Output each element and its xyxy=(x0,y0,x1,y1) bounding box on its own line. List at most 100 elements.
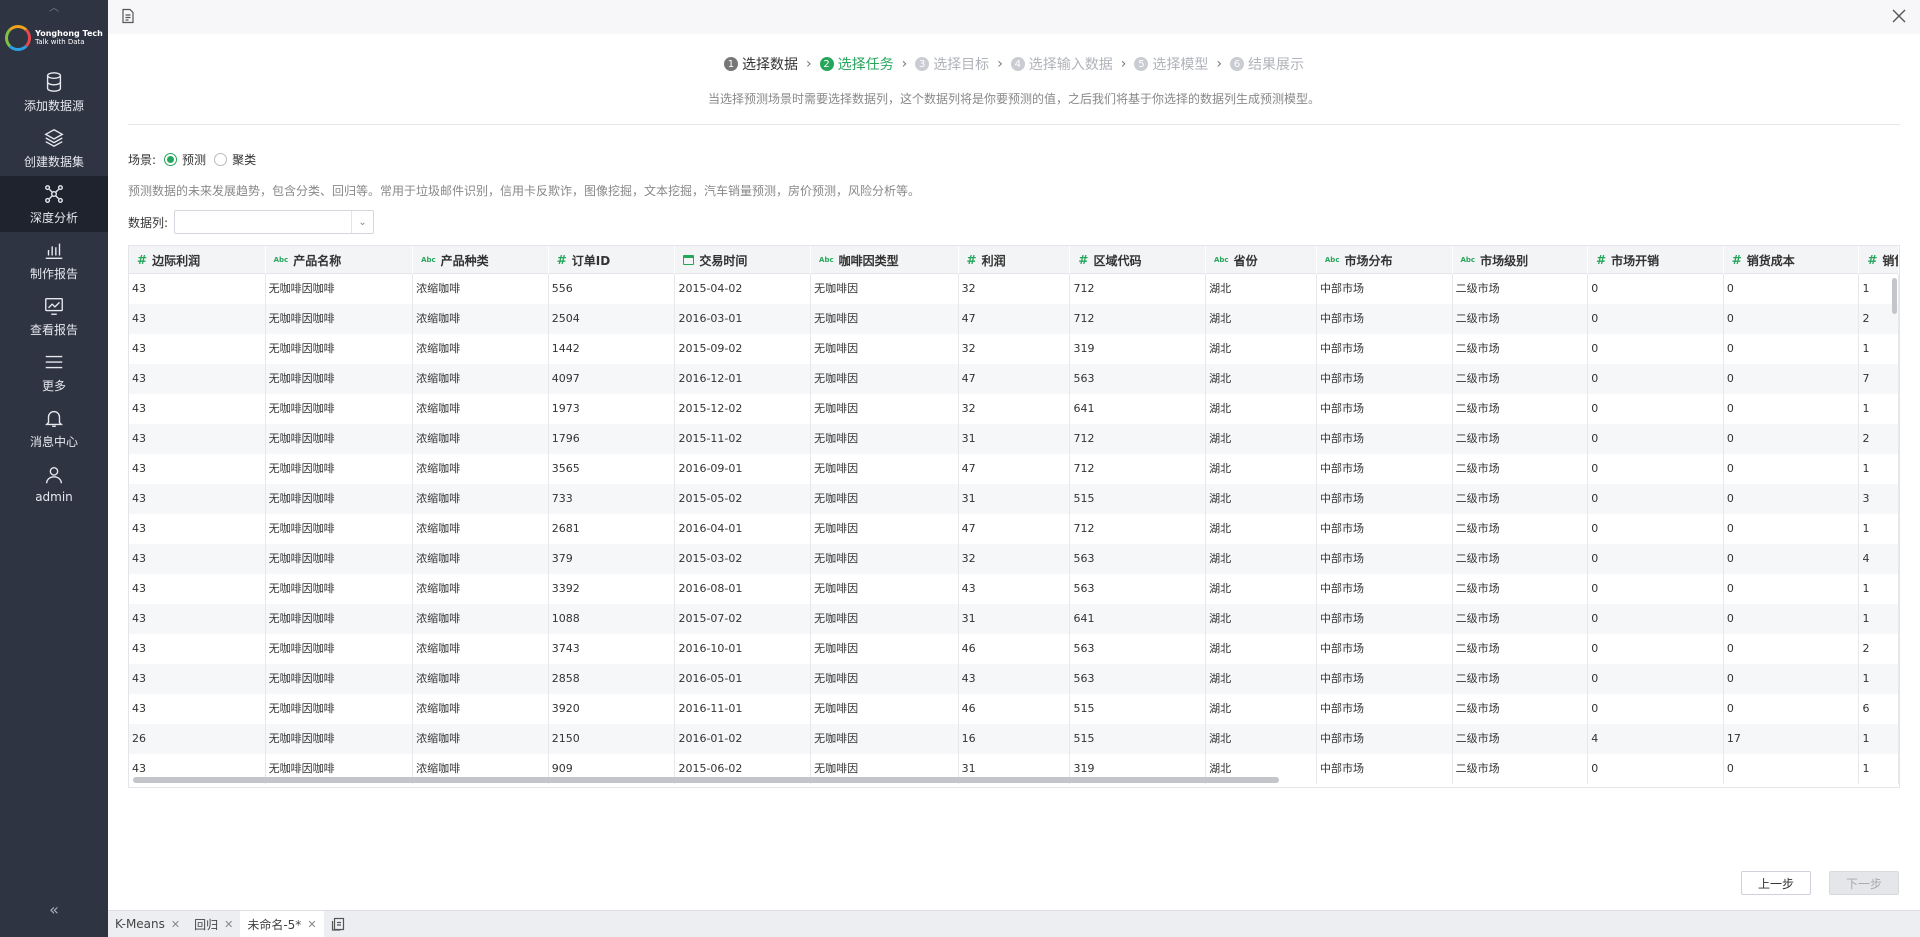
table-cell: 43 xyxy=(959,664,1071,694)
column-header[interactable]: # 销售 xyxy=(1859,246,1899,274)
next-step-button[interactable]: 下一步 xyxy=(1829,871,1899,895)
column-header[interactable]: # 边际利润 xyxy=(129,246,266,274)
column-header[interactable]: # 区域代码 xyxy=(1070,246,1206,274)
sidebar-item-add-datasource[interactable]: 添加数据源 xyxy=(0,64,108,120)
table-cell: 0 xyxy=(1724,304,1860,334)
table-cell: 43 xyxy=(129,364,266,394)
table-cell: 0 xyxy=(1588,544,1724,574)
table-cell: 3565 xyxy=(549,454,676,484)
column-header[interactable]: # 销货成本 xyxy=(1724,246,1860,274)
column-header[interactable]: Abc 产品名称 xyxy=(266,246,414,274)
sidebar-item-make-report[interactable]: 制作报告 xyxy=(0,232,108,288)
table-cell: 中部市场 xyxy=(1317,514,1453,544)
table-cell: 2016-03-01 xyxy=(675,304,812,334)
number-type-icon: # xyxy=(1731,253,1742,267)
table-cell: 无咖啡因 xyxy=(811,634,959,664)
table-cell: 湖北 xyxy=(1206,364,1317,394)
sidebar-item-deep-analysis[interactable]: 深度分析 xyxy=(0,176,108,232)
sidebar-item-messages[interactable]: 消息中心 xyxy=(0,400,108,456)
step-select-task[interactable]: 2 选择任务 xyxy=(819,54,894,74)
table-cell: 379 xyxy=(549,544,676,574)
table-cell: 浓缩咖啡 xyxy=(413,364,549,394)
tab-untitled-5[interactable]: 未命名-5* ✕ xyxy=(240,911,324,937)
table-cell: 浓缩咖啡 xyxy=(413,394,549,424)
data-table: # 边际利润 Abc 产品名称 Abc 产品种类 # 订单ID 交易时间 Abc 咖啡因类型 # 利润 #… xyxy=(128,245,1900,788)
scene-predict-radio[interactable]: 预测 xyxy=(164,151,206,168)
table-header: # 边际利润 Abc 产品名称 Abc 产品种类 # 订单ID 交易时间 Abc 咖啡因类型 # 利润 #… xyxy=(129,246,1899,274)
table-row: 43 无咖啡因咖啡 浓缩咖啡 733 2015-05-02 无咖啡因 31 515 湖北 中部市场… xyxy=(129,484,1899,514)
table-cell: 43 xyxy=(129,484,266,514)
table-cell: 43 xyxy=(129,454,266,484)
column-header[interactable]: # 利润 xyxy=(959,246,1071,274)
column-header[interactable]: Abc 产品种类 xyxy=(413,246,549,274)
vertical-scrollbar[interactable] xyxy=(1892,278,1897,314)
table-cell: 0 xyxy=(1724,334,1860,364)
table-cell: 0 xyxy=(1724,364,1860,394)
collapse-sidebar-icon[interactable]: « xyxy=(0,900,108,919)
table-cell: 0 xyxy=(1724,604,1860,634)
line-chart-icon xyxy=(45,297,63,315)
tab-kmeans[interactable]: K-Means ✕ xyxy=(108,911,187,937)
table-row: 43 无咖啡因咖啡 浓缩咖啡 2681 2016-04-01 无咖啡因 47 712 湖北 中部市… xyxy=(129,514,1899,544)
table-cell: 浓缩咖啡 xyxy=(413,454,549,484)
close-icon[interactable]: ✕ xyxy=(224,918,233,931)
document-icon[interactable] xyxy=(120,8,136,24)
sidebar-item-more[interactable]: 更多 xyxy=(0,344,108,400)
table-cell: 中部市场 xyxy=(1317,274,1453,304)
table-row: 43 无咖啡因咖啡 浓缩咖啡 379 2015-03-02 无咖啡因 32 563 湖北 中部市场… xyxy=(129,544,1899,574)
table-cell: 中部市场 xyxy=(1317,304,1453,334)
step-number: 2 xyxy=(819,57,834,71)
table-cell: 2016-12-01 xyxy=(675,364,812,394)
sidebar-item-view-report[interactable]: 查看报告 xyxy=(0,288,108,344)
scene-cluster-radio[interactable]: 聚类 xyxy=(214,151,256,168)
column-header[interactable]: Abc 咖啡因类型 xyxy=(811,246,959,274)
table-cell: 无咖啡因咖啡 xyxy=(266,274,414,304)
table-row: 43 无咖啡因咖啡 浓缩咖啡 1973 2015-12-02 无咖啡因 32 641 湖北 中部市… xyxy=(129,394,1899,424)
scroll-up-icon[interactable]: ︿ xyxy=(0,0,108,14)
bar-chart-icon xyxy=(45,243,63,259)
number-type-icon: # xyxy=(137,253,148,267)
sidebar-item-label: 消息中心 xyxy=(29,434,78,449)
table-cell: 712 xyxy=(1070,304,1207,334)
column-header[interactable]: Abc 市场级别 xyxy=(1453,246,1589,274)
table-cell: 浓缩咖啡 xyxy=(413,634,549,664)
sidebar-item-create-dataset[interactable]: 创建数据集 xyxy=(0,120,108,176)
wizard-steps: 1 选择数据 › 2 选择任务 › 3 选择目标 › 4 选择输入数据 › 5 选择模型 … xyxy=(108,54,1920,74)
tab-regression[interactable]: 回归 ✕ xyxy=(187,911,240,937)
step-number: 5 xyxy=(1134,57,1149,71)
table-cell: 无咖啡因咖啡 xyxy=(266,544,414,574)
prev-step-button[interactable]: 上一步 xyxy=(1741,871,1811,895)
sidebar-item-label: 添加数据源 xyxy=(23,98,84,113)
table-row: 43 无咖啡因咖啡 浓缩咖啡 2858 2016-05-01 无咖啡因 43 563 湖北 中部市… xyxy=(129,664,1899,694)
table-cell: 湖北 xyxy=(1206,544,1317,574)
table-cell: 43 xyxy=(129,394,266,424)
column-header[interactable]: 交易时间 xyxy=(675,246,812,274)
column-header[interactable]: # 市场开销 xyxy=(1588,246,1724,274)
table-cell: 0 xyxy=(1724,664,1860,694)
table-cell: 二级市场 xyxy=(1453,514,1589,544)
copy-tab-icon[interactable] xyxy=(330,916,346,932)
table-cell: 无咖啡因咖啡 xyxy=(266,484,414,514)
table-cell: 二级市场 xyxy=(1453,364,1589,394)
table-cell: 0 xyxy=(1724,394,1860,424)
table-cell: 湖北 xyxy=(1206,484,1317,514)
radio-unchecked-icon xyxy=(214,153,228,166)
sidebar-item-admin[interactable]: admin xyxy=(0,456,108,512)
close-icon[interactable] xyxy=(1890,7,1908,25)
radio-label: 聚类 xyxy=(232,153,257,167)
column-header-label: 省份 xyxy=(1233,253,1258,268)
table-cell: 湖北 xyxy=(1206,334,1317,364)
column-header[interactable]: Abc 市场分布 xyxy=(1317,246,1453,274)
column-header[interactable]: Abc 省份 xyxy=(1206,246,1317,274)
column-header-label: 产品种类 xyxy=(440,253,489,268)
table-cell: 中部市场 xyxy=(1317,484,1453,514)
close-icon[interactable]: ✕ xyxy=(307,918,316,931)
horizontal-scrollbar[interactable] xyxy=(133,777,1279,783)
chevron-down-icon[interactable]: ⌄ xyxy=(351,211,373,233)
table-cell: 47 xyxy=(959,514,1071,544)
step-select-data[interactable]: 1 选择数据 xyxy=(723,54,798,74)
sidebar-item-label: 深度分析 xyxy=(29,210,78,225)
column-header[interactable]: # 订单ID xyxy=(549,246,676,274)
column-select[interactable]: ⌄ xyxy=(174,210,375,234)
close-icon[interactable]: ✕ xyxy=(171,918,180,931)
